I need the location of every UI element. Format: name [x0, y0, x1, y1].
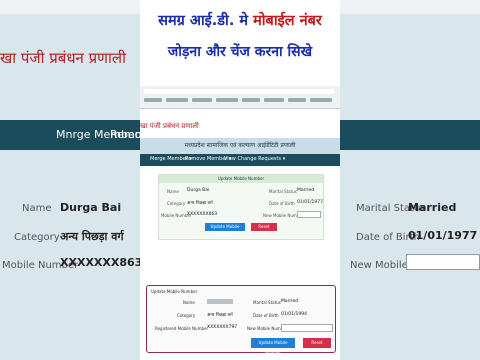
video-card: समग्र आई.डी. मे मोबाईल नंबर जोड़ना और चे… [140, 0, 340, 360]
bg-category-value: अन्य पिछड़ा वर्ग [60, 230, 124, 243]
new-mobile-input[interactable] [281, 324, 333, 332]
bg-category-label: Category [14, 232, 60, 243]
bg-dob-value: 01/01/1977 [408, 229, 478, 242]
name-value-redacted [207, 299, 233, 304]
banner-line-1-blue: समग्र आई.डी. मे [158, 13, 249, 29]
update-panel-bottom: Update Mobile Number Name Category अन्य … [146, 285, 336, 355]
category-label: Category [177, 313, 196, 318]
nav-view-change-requests[interactable]: View Change Requests ▾ [224, 156, 285, 162]
update-panel-header: Update Mobile Number [151, 289, 198, 294]
update-panel-top: Update Mobile Number Name Durga Bai Cate… [158, 174, 324, 240]
browser-chrome [140, 86, 340, 109]
dob-value: 01/01/1994 [281, 312, 307, 317]
bookmark-item[interactable] [144, 98, 162, 102]
category-value: अन्य पिछड़ा वर्ग [187, 201, 213, 206]
bg-name-label: Name [22, 203, 52, 214]
bg-mobile-value: XXXXXXX863 [60, 256, 143, 269]
title-banner: समग्र आई.डी. मे मोबाईल नंबर जोड़ना और चे… [140, 0, 340, 84]
registered-mobile-value: XXXXXXX797 [207, 325, 238, 330]
update-panel-header: Update Mobile Number [159, 175, 323, 183]
new-mobile-input[interactable] [297, 211, 321, 218]
update-mobile-button[interactable]: Update Mobile Number [251, 338, 295, 355]
registered-mobile-label: Registered Mobile Number [155, 326, 209, 331]
dob-value: 01/01/1977 [297, 200, 323, 205]
bookmark-item[interactable] [288, 98, 306, 102]
reset-button[interactable]: Reset [303, 338, 331, 348]
bookmark-item[interactable] [166, 98, 188, 102]
name-label: Name [183, 300, 195, 305]
banner-line-2: जोड़ना और चेंज करना सिखे [167, 44, 313, 60]
app-title: खा पंजी प्रबंधन प्रणाली [140, 122, 199, 130]
status-value: Married [297, 188, 315, 193]
bookmark-item[interactable] [242, 98, 260, 102]
app-nav: Merge Member ▾ Remove Member ▾ View Chan… [140, 154, 340, 166]
status-label: Marital Status [269, 189, 297, 194]
update-mobile-button[interactable]: Update Mobile Number [205, 223, 245, 237]
app-header: खा पंजी प्रबंधन प्रणाली [140, 118, 340, 138]
bookmark-item[interactable] [192, 98, 212, 102]
dob-label: Date of Birth [269, 201, 295, 206]
bg-app-title: खा पंजी प्रबंधन प्रणाली [0, 49, 126, 67]
name-value: Durga Bai [187, 188, 210, 193]
dob-label: Date of Birth [253, 313, 279, 318]
banner-line-1: समग्र आई.डी. मे मोबाईल नंबर [140, 10, 340, 30]
mobile-value: XXXXXXX863 [187, 212, 218, 217]
reset-button[interactable]: Reset [251, 223, 277, 231]
bookmark-item[interactable] [264, 98, 284, 102]
bg-name-value: Durga Bai [60, 201, 122, 214]
category-label: Category [167, 201, 186, 206]
bg-status-value: Married [408, 201, 457, 214]
address-bar[interactable] [144, 89, 334, 94]
banner-line-1-red: मोबाईल नंबर [253, 13, 322, 29]
category-value: अन्य पिछड़ा वर्ग [207, 313, 233, 318]
bg-newmob-input[interactable] [406, 254, 480, 270]
name-label: Name [167, 189, 179, 194]
bookmark-item[interactable] [216, 98, 238, 102]
status-label: Marital Status [253, 300, 281, 305]
app-subheader: मध्यप्रदेश सामाजिक एवं कल्याण आईडेंटिटी … [140, 138, 340, 154]
status-value: Married [281, 299, 299, 304]
bookmark-item[interactable] [310, 98, 332, 102]
